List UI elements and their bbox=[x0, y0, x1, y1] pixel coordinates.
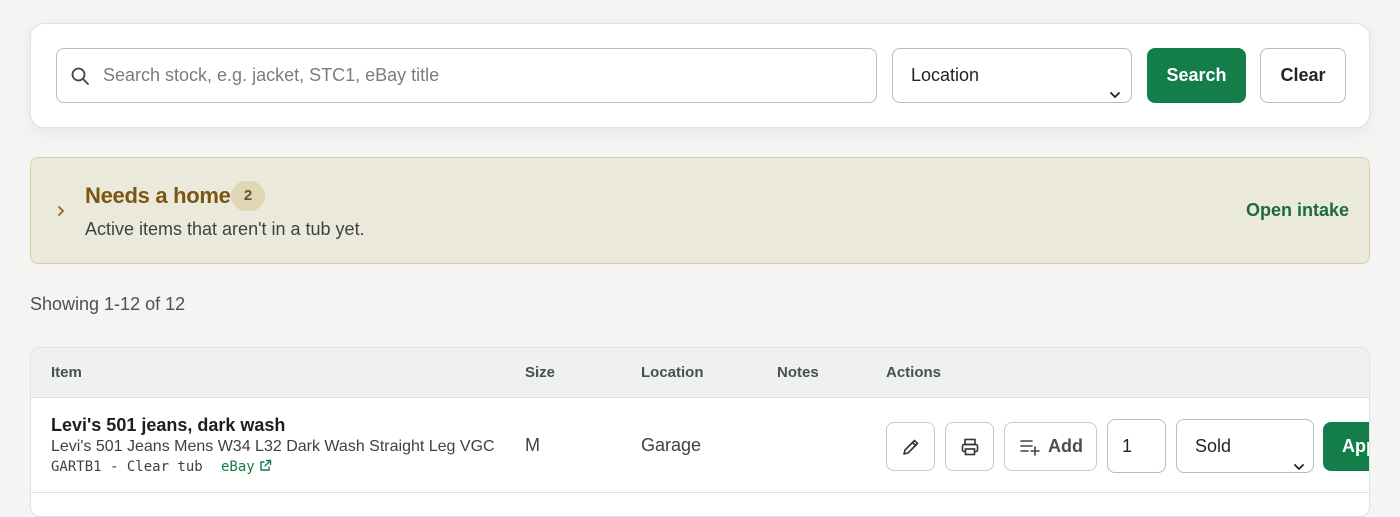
column-header-size: Size bbox=[525, 364, 556, 381]
item-size: M bbox=[525, 435, 540, 455]
item-description: Levi's 501 Jeans Mens W34 L32 Dark Wash … bbox=[51, 438, 495, 455]
external-link-icon bbox=[259, 459, 272, 472]
search-icon bbox=[70, 66, 90, 86]
needs-home-banner[interactable]: Needs a home 2 Active items that aren't … bbox=[30, 157, 1370, 264]
ebay-link[interactable]: eBay bbox=[221, 459, 272, 475]
print-button[interactable] bbox=[945, 422, 994, 471]
search-button[interactable]: Search bbox=[1147, 48, 1246, 103]
search-input[interactable] bbox=[101, 49, 861, 102]
status-select-value: Sold bbox=[1195, 436, 1232, 456]
edit-button[interactable] bbox=[886, 422, 935, 471]
needs-home-count-badge: 2 bbox=[231, 181, 265, 211]
ebay-link-label: eBay bbox=[221, 459, 255, 475]
column-header-location: Location bbox=[641, 364, 704, 381]
search-field[interactable] bbox=[56, 48, 877, 103]
add-to-list-button[interactable]: Add bbox=[1004, 422, 1097, 471]
location-select-value: Location bbox=[911, 65, 980, 85]
item-code: GARTB1 - Clear tub bbox=[51, 459, 203, 475]
open-intake-link[interactable]: Open intake bbox=[1246, 200, 1349, 221]
column-header-notes: Notes bbox=[777, 364, 819, 381]
apply-button[interactable]: Apply bbox=[1323, 422, 1369, 471]
table-header: Item Size Location Notes Actions bbox=[31, 348, 1369, 398]
column-header-actions: Actions bbox=[886, 364, 942, 381]
stock-table: Item Size Location Notes Actions Levi's … bbox=[30, 347, 1370, 517]
item-title: Levi's 501 jeans, dark wash bbox=[51, 415, 286, 435]
needs-home-title: Needs a home bbox=[85, 183, 231, 208]
results-count: Showing 1-12 of 12 bbox=[30, 294, 186, 314]
clear-button[interactable]: Clear bbox=[1260, 48, 1346, 103]
column-header-item: Item bbox=[51, 364, 82, 381]
table-row: Levi's 501 jeans, dark wash Levi's 501 J… bbox=[31, 398, 1369, 493]
add-button-label: Add bbox=[1048, 436, 1083, 456]
location-select[interactable]: Location bbox=[892, 48, 1132, 103]
chevron-down-icon bbox=[1109, 69, 1121, 98]
item-location: Garage bbox=[641, 435, 702, 455]
status-select[interactable]: Sold bbox=[1176, 419, 1314, 473]
list-add-icon bbox=[1020, 440, 1040, 456]
pencil-icon bbox=[903, 439, 919, 455]
chevron-down-icon bbox=[1293, 441, 1305, 470]
needs-home-subtitle: Active items that aren't in a tub yet. bbox=[85, 219, 365, 239]
quantity-input[interactable]: 1 bbox=[1107, 419, 1166, 473]
search-panel: Location Search Clear bbox=[30, 23, 1370, 128]
printer-icon bbox=[961, 438, 979, 456]
chevron-right-icon[interactable] bbox=[55, 204, 67, 218]
